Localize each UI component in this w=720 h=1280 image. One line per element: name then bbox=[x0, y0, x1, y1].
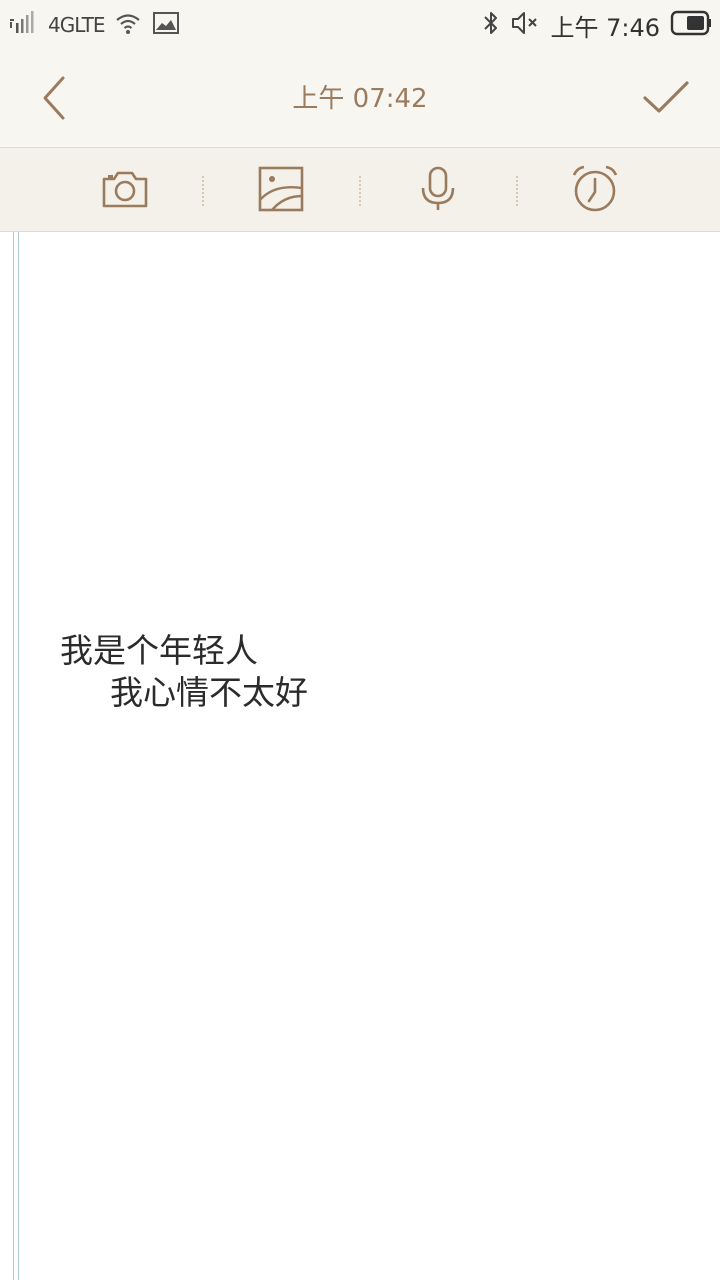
note-text-line[interactable]: 我是个年轻人 bbox=[60, 624, 258, 672]
toolbar-divider bbox=[516, 176, 518, 206]
battery-icon bbox=[670, 10, 712, 40]
image-button[interactable] bbox=[256, 166, 306, 216]
note-editor[interactable]: 我是个年轻人 我心情不太好 bbox=[0, 232, 720, 1280]
title-bar: 上午 07:42 bbox=[0, 50, 720, 147]
margin-line bbox=[13, 232, 14, 1280]
toolbar-divider bbox=[202, 176, 204, 206]
status-left-group: 4GLTE bbox=[8, 10, 180, 40]
status-time: 上午 7:46 bbox=[550, 13, 660, 42]
camera-button[interactable] bbox=[100, 166, 150, 216]
camera-icon bbox=[101, 168, 149, 214]
toolbar-divider bbox=[359, 176, 361, 206]
network-type-label: 4GLTE bbox=[48, 13, 105, 37]
checkmark-icon bbox=[642, 80, 690, 120]
note-text-line[interactable]: 我心情不太好 bbox=[110, 666, 308, 714]
alarm-clock-icon bbox=[571, 165, 619, 217]
insert-toolbar bbox=[0, 147, 720, 232]
reminder-button[interactable] bbox=[570, 165, 620, 217]
page-title: 上午 07:42 bbox=[292, 84, 428, 114]
status-bar: 4GLTE 上午 7:46 bbox=[0, 0, 720, 50]
note-editor-screen: 4GLTE 上午 7:46 上午 07:42 我是个年轻人 我心情不太好 bbox=[0, 0, 720, 1280]
wifi-icon bbox=[114, 11, 142, 39]
image-notification-icon bbox=[152, 11, 180, 39]
voice-record-button[interactable] bbox=[413, 166, 463, 216]
microphone-icon bbox=[418, 166, 458, 216]
signal-icon bbox=[8, 10, 38, 40]
status-right-group: 上午 7:46 bbox=[482, 9, 712, 42]
mute-icon bbox=[510, 9, 540, 41]
bluetooth-icon bbox=[482, 9, 500, 41]
margin-line bbox=[18, 232, 19, 1280]
image-icon bbox=[258, 166, 304, 216]
confirm-button[interactable] bbox=[638, 72, 694, 128]
